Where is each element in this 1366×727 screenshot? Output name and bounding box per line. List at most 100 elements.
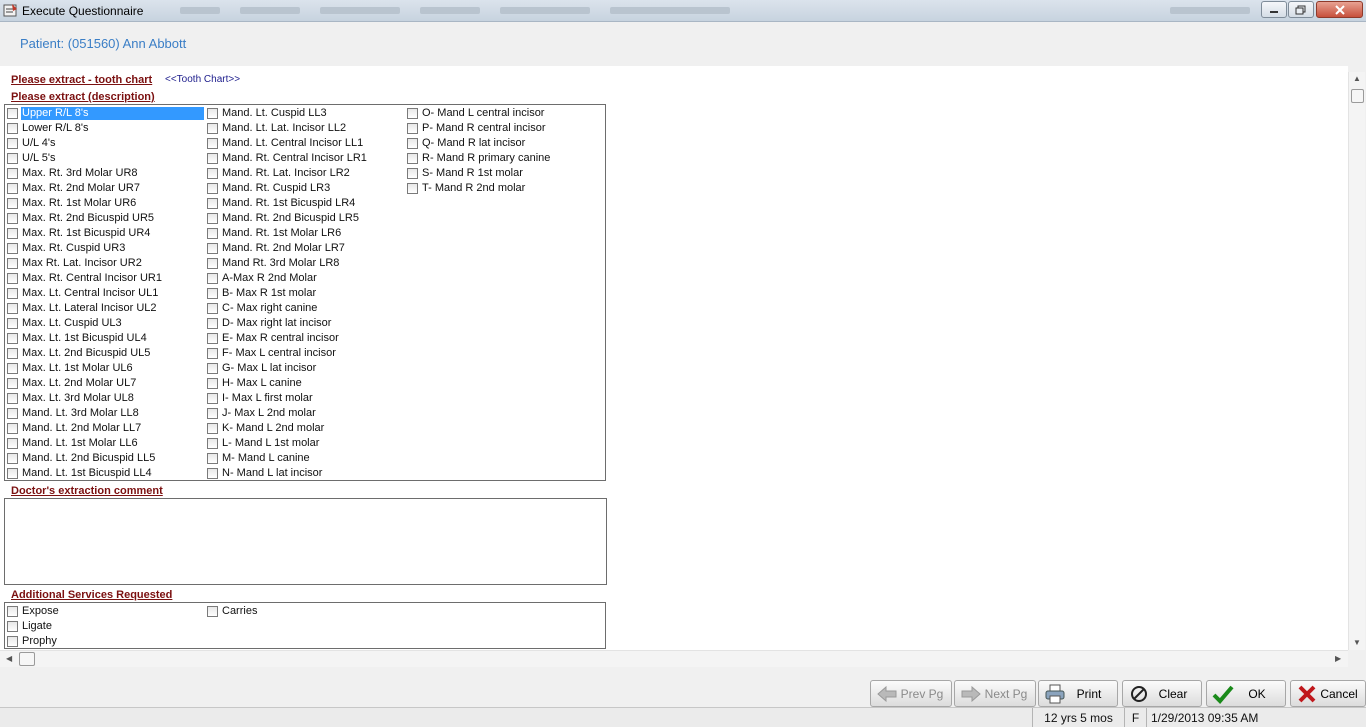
extract-checkbox-item[interactable]: T- Mand R 2nd molar bbox=[407, 181, 526, 196]
print-button[interactable]: Print bbox=[1038, 680, 1118, 707]
scroll-left-icon[interactable]: ◀ bbox=[6, 654, 12, 663]
close-button[interactable] bbox=[1316, 1, 1363, 18]
extract-checkbox-item[interactable]: A-Max R 2nd Molar bbox=[207, 271, 318, 286]
checkbox[interactable] bbox=[207, 213, 218, 224]
clear-button[interactable]: Clear bbox=[1122, 680, 1202, 707]
extract-checkbox-item[interactable]: Max. Rt. 1st Molar UR6 bbox=[7, 196, 137, 211]
checkbox[interactable] bbox=[207, 606, 218, 617]
extract-checkbox-item[interactable]: Mand. Lt. 2nd Bicuspid LL5 bbox=[7, 451, 156, 466]
checkbox[interactable] bbox=[207, 153, 218, 164]
checkbox[interactable] bbox=[7, 438, 18, 449]
services-checkbox-item[interactable]: Prophy bbox=[7, 634, 58, 649]
prev-page-button[interactable]: Prev Pg bbox=[870, 680, 952, 707]
checkbox[interactable] bbox=[207, 258, 218, 269]
checkbox[interactable] bbox=[7, 153, 18, 164]
extract-checkbox-item[interactable]: Max. Rt. Central Incisor UR1 bbox=[7, 271, 163, 286]
checkbox[interactable] bbox=[7, 363, 18, 374]
extract-checkbox-item[interactable]: Max. Lt. 1st Bicuspid UL4 bbox=[7, 331, 148, 346]
checkbox[interactable] bbox=[7, 348, 18, 359]
checkbox[interactable] bbox=[7, 213, 18, 224]
checkbox[interactable] bbox=[207, 378, 218, 389]
extraction-comment-field[interactable] bbox=[4, 498, 607, 585]
scroll-up-icon[interactable]: ▲ bbox=[1353, 74, 1361, 83]
checkbox[interactable] bbox=[7, 258, 18, 269]
extract-checkbox-item[interactable]: F- Max L central incisor bbox=[207, 346, 337, 361]
extract-checkbox-item[interactable]: Max. Lt. 3rd Molar UL8 bbox=[7, 391, 135, 406]
checkbox[interactable] bbox=[7, 636, 18, 647]
checkbox[interactable] bbox=[7, 243, 18, 254]
tooth-chart-link[interactable]: <<Tooth Chart>> bbox=[165, 74, 240, 85]
extract-checkbox-item[interactable]: S- Mand R 1st molar bbox=[407, 166, 524, 181]
extract-checkbox-item[interactable]: Mand Rt. 3rd Molar LR8 bbox=[207, 256, 340, 271]
extract-checkbox-item[interactable]: Mand. Rt. 1st Bicuspid LR4 bbox=[207, 196, 356, 211]
ok-button[interactable]: OK bbox=[1206, 680, 1286, 707]
checkbox[interactable] bbox=[7, 123, 18, 134]
extract-checkbox-item[interactable]: Upper R/L 8's bbox=[7, 106, 204, 121]
checkbox[interactable] bbox=[207, 423, 218, 434]
maximize-button[interactable] bbox=[1288, 1, 1314, 18]
checkbox[interactable] bbox=[7, 318, 18, 329]
checkbox[interactable] bbox=[207, 183, 218, 194]
extract-checkbox-item[interactable]: J- Max L 2nd molar bbox=[207, 406, 317, 421]
extract-checkbox-item[interactable]: Max Rt. Lat. Incisor UR2 bbox=[7, 256, 143, 271]
checkbox[interactable] bbox=[7, 288, 18, 299]
extract-checkbox-item[interactable]: Max. Rt. Cuspid UR3 bbox=[7, 241, 126, 256]
checkbox[interactable] bbox=[7, 108, 18, 119]
horizontal-scroll-thumb[interactable] bbox=[19, 652, 35, 666]
checkbox[interactable] bbox=[207, 393, 218, 404]
checkbox[interactable] bbox=[7, 183, 18, 194]
checkbox[interactable] bbox=[207, 303, 218, 314]
services-checkbox-item[interactable]: Carries bbox=[207, 604, 258, 619]
extract-checkbox-item[interactable]: Mand. Rt. Central Incisor LR1 bbox=[207, 151, 368, 166]
checkbox[interactable] bbox=[207, 348, 218, 359]
checkbox[interactable] bbox=[7, 606, 18, 617]
checkbox[interactable] bbox=[207, 333, 218, 344]
vertical-scrollbar[interactable]: ▲ ▼ bbox=[1348, 72, 1365, 650]
checkbox[interactable] bbox=[207, 243, 218, 254]
extract-checkbox-item[interactable]: Max. Lt. Central Incisor UL1 bbox=[7, 286, 159, 301]
extract-checkbox-item[interactable]: U/L 4's bbox=[7, 136, 56, 151]
extract-checkbox-item[interactable]: C- Max right canine bbox=[207, 301, 318, 316]
cancel-button[interactable]: Cancel bbox=[1290, 680, 1366, 707]
extract-checkbox-item[interactable]: Max. Rt. 2nd Bicuspid UR5 bbox=[7, 211, 155, 226]
checkbox[interactable] bbox=[207, 228, 218, 239]
extract-checkbox-item[interactable]: K- Mand L 2nd molar bbox=[207, 421, 325, 436]
extract-checkbox-item[interactable]: Mand. Lt. 1st Bicuspid LL4 bbox=[7, 466, 153, 481]
extract-checkbox-item[interactable]: Max. Lt. 2nd Bicuspid UL5 bbox=[7, 346, 151, 361]
checkbox[interactable] bbox=[207, 108, 218, 119]
extract-checkbox-item[interactable]: Mand. Rt. 2nd Molar LR7 bbox=[207, 241, 346, 256]
checkbox[interactable] bbox=[407, 168, 418, 179]
checkbox[interactable] bbox=[7, 423, 18, 434]
scroll-right-icon[interactable]: ▶ bbox=[1335, 654, 1341, 663]
extract-checkbox-item[interactable]: I- Max L first molar bbox=[207, 391, 314, 406]
checkbox[interactable] bbox=[207, 453, 218, 464]
checkbox[interactable] bbox=[7, 468, 18, 479]
extract-checkbox-item[interactable]: N- Mand L lat incisor bbox=[207, 466, 323, 481]
next-page-button[interactable]: Next Pg bbox=[954, 680, 1036, 707]
checkbox[interactable] bbox=[7, 378, 18, 389]
checkbox[interactable] bbox=[207, 168, 218, 179]
checkbox[interactable] bbox=[7, 273, 18, 284]
extract-checkbox-item[interactable]: Mand. Rt. Cuspid LR3 bbox=[207, 181, 331, 196]
extract-checkbox-item[interactable]: Max. Lt. 1st Molar UL6 bbox=[7, 361, 134, 376]
checkbox[interactable] bbox=[407, 108, 418, 119]
checkbox[interactable] bbox=[207, 438, 218, 449]
checkbox[interactable] bbox=[207, 468, 218, 479]
checkbox[interactable] bbox=[207, 318, 218, 329]
minimize-button[interactable] bbox=[1261, 1, 1287, 18]
checkbox[interactable] bbox=[7, 303, 18, 314]
extract-checkbox-item[interactable]: O- Mand L central incisor bbox=[407, 106, 545, 121]
checkbox[interactable] bbox=[407, 153, 418, 164]
checkbox[interactable] bbox=[7, 198, 18, 209]
checkbox[interactable] bbox=[207, 123, 218, 134]
extract-checkbox-item[interactable]: Mand. Lt. 2nd Molar LL7 bbox=[7, 421, 142, 436]
checkbox[interactable] bbox=[407, 123, 418, 134]
checkbox[interactable] bbox=[7, 621, 18, 632]
checkbox[interactable] bbox=[7, 138, 18, 149]
checkbox[interactable] bbox=[207, 198, 218, 209]
scroll-down-icon[interactable]: ▼ bbox=[1353, 638, 1361, 647]
extract-checkbox-item[interactable]: B- Max R 1st molar bbox=[207, 286, 317, 301]
extract-checkbox-item[interactable]: G- Max L lat incisor bbox=[207, 361, 317, 376]
extract-checkbox-item[interactable]: U/L 5's bbox=[7, 151, 56, 166]
extract-checkbox-item[interactable]: R- Mand R primary canine bbox=[407, 151, 551, 166]
